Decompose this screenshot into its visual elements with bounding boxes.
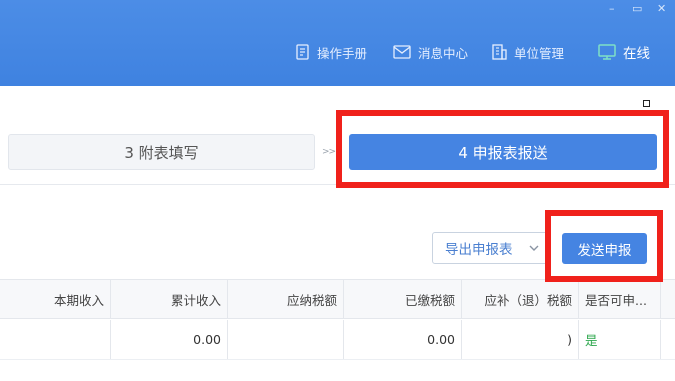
cell-current-income: [0, 320, 111, 359]
nav-unit-management-label: 单位管理: [514, 45, 565, 61]
step-separator: >>: [322, 147, 336, 157]
restore-icon[interactable]: [643, 100, 650, 107]
minimize-button[interactable]: –: [609, 2, 615, 16]
cell-tax-paid: 0.00: [344, 320, 462, 359]
nav-messages-label: 消息中心: [418, 45, 469, 61]
table-row[interactable]: 0.00 0.00 ) 是: [0, 320, 675, 360]
export-report-dropdown[interactable]: 导出申报表: [432, 232, 550, 264]
header-tax-refund: 应补（退）税额: [462, 280, 579, 318]
header-tax-paid: 已缴税额: [344, 280, 462, 318]
header-current-income: 本期收入: [0, 280, 111, 318]
step-attachments-fill[interactable]: 3 附表填写: [8, 134, 315, 170]
building-icon: [492, 44, 507, 60]
export-report-label: 导出申报表: [445, 242, 513, 258]
nav-online-label: 在线: [623, 46, 650, 62]
cell-tax-refund: ): [462, 320, 579, 359]
monitor-icon: [598, 44, 616, 60]
header-cumulative-income: 累计收入: [111, 280, 228, 318]
nav-online-status[interactable]: 在线: [598, 42, 650, 62]
cell-tax-payable: [228, 320, 344, 359]
nav-manual-label: 操作手册: [317, 45, 368, 61]
mail-icon: [393, 45, 411, 59]
manual-icon: [296, 44, 309, 60]
table-header: 本期收入 累计收入 应纳税额 已缴税额 应补（退）税额 是否可申...: [0, 279, 675, 319]
cell-can-declare: 是: [579, 320, 661, 359]
highlight-box-send: [545, 210, 663, 282]
close-button[interactable]: ✕: [657, 2, 666, 16]
cell-cumulative-income: 0.00: [111, 320, 228, 359]
nav-unit-management[interactable]: 单位管理: [492, 42, 564, 62]
nav-manual[interactable]: 操作手册: [296, 42, 367, 62]
maximize-button[interactable]: ▭: [632, 2, 642, 16]
step-3-label: 3 附表填写: [124, 143, 199, 162]
app-header: – ▭ ✕ 操作手册 消息中心 单位管理 在线: [0, 0, 675, 86]
header-tax-payable: 应纳税额: [228, 280, 344, 318]
chevron-down-icon: [529, 245, 539, 251]
highlight-box-step4: [336, 110, 669, 188]
header-can-declare: 是否可申...: [579, 280, 661, 318]
nav-messages[interactable]: 消息中心: [393, 42, 468, 62]
